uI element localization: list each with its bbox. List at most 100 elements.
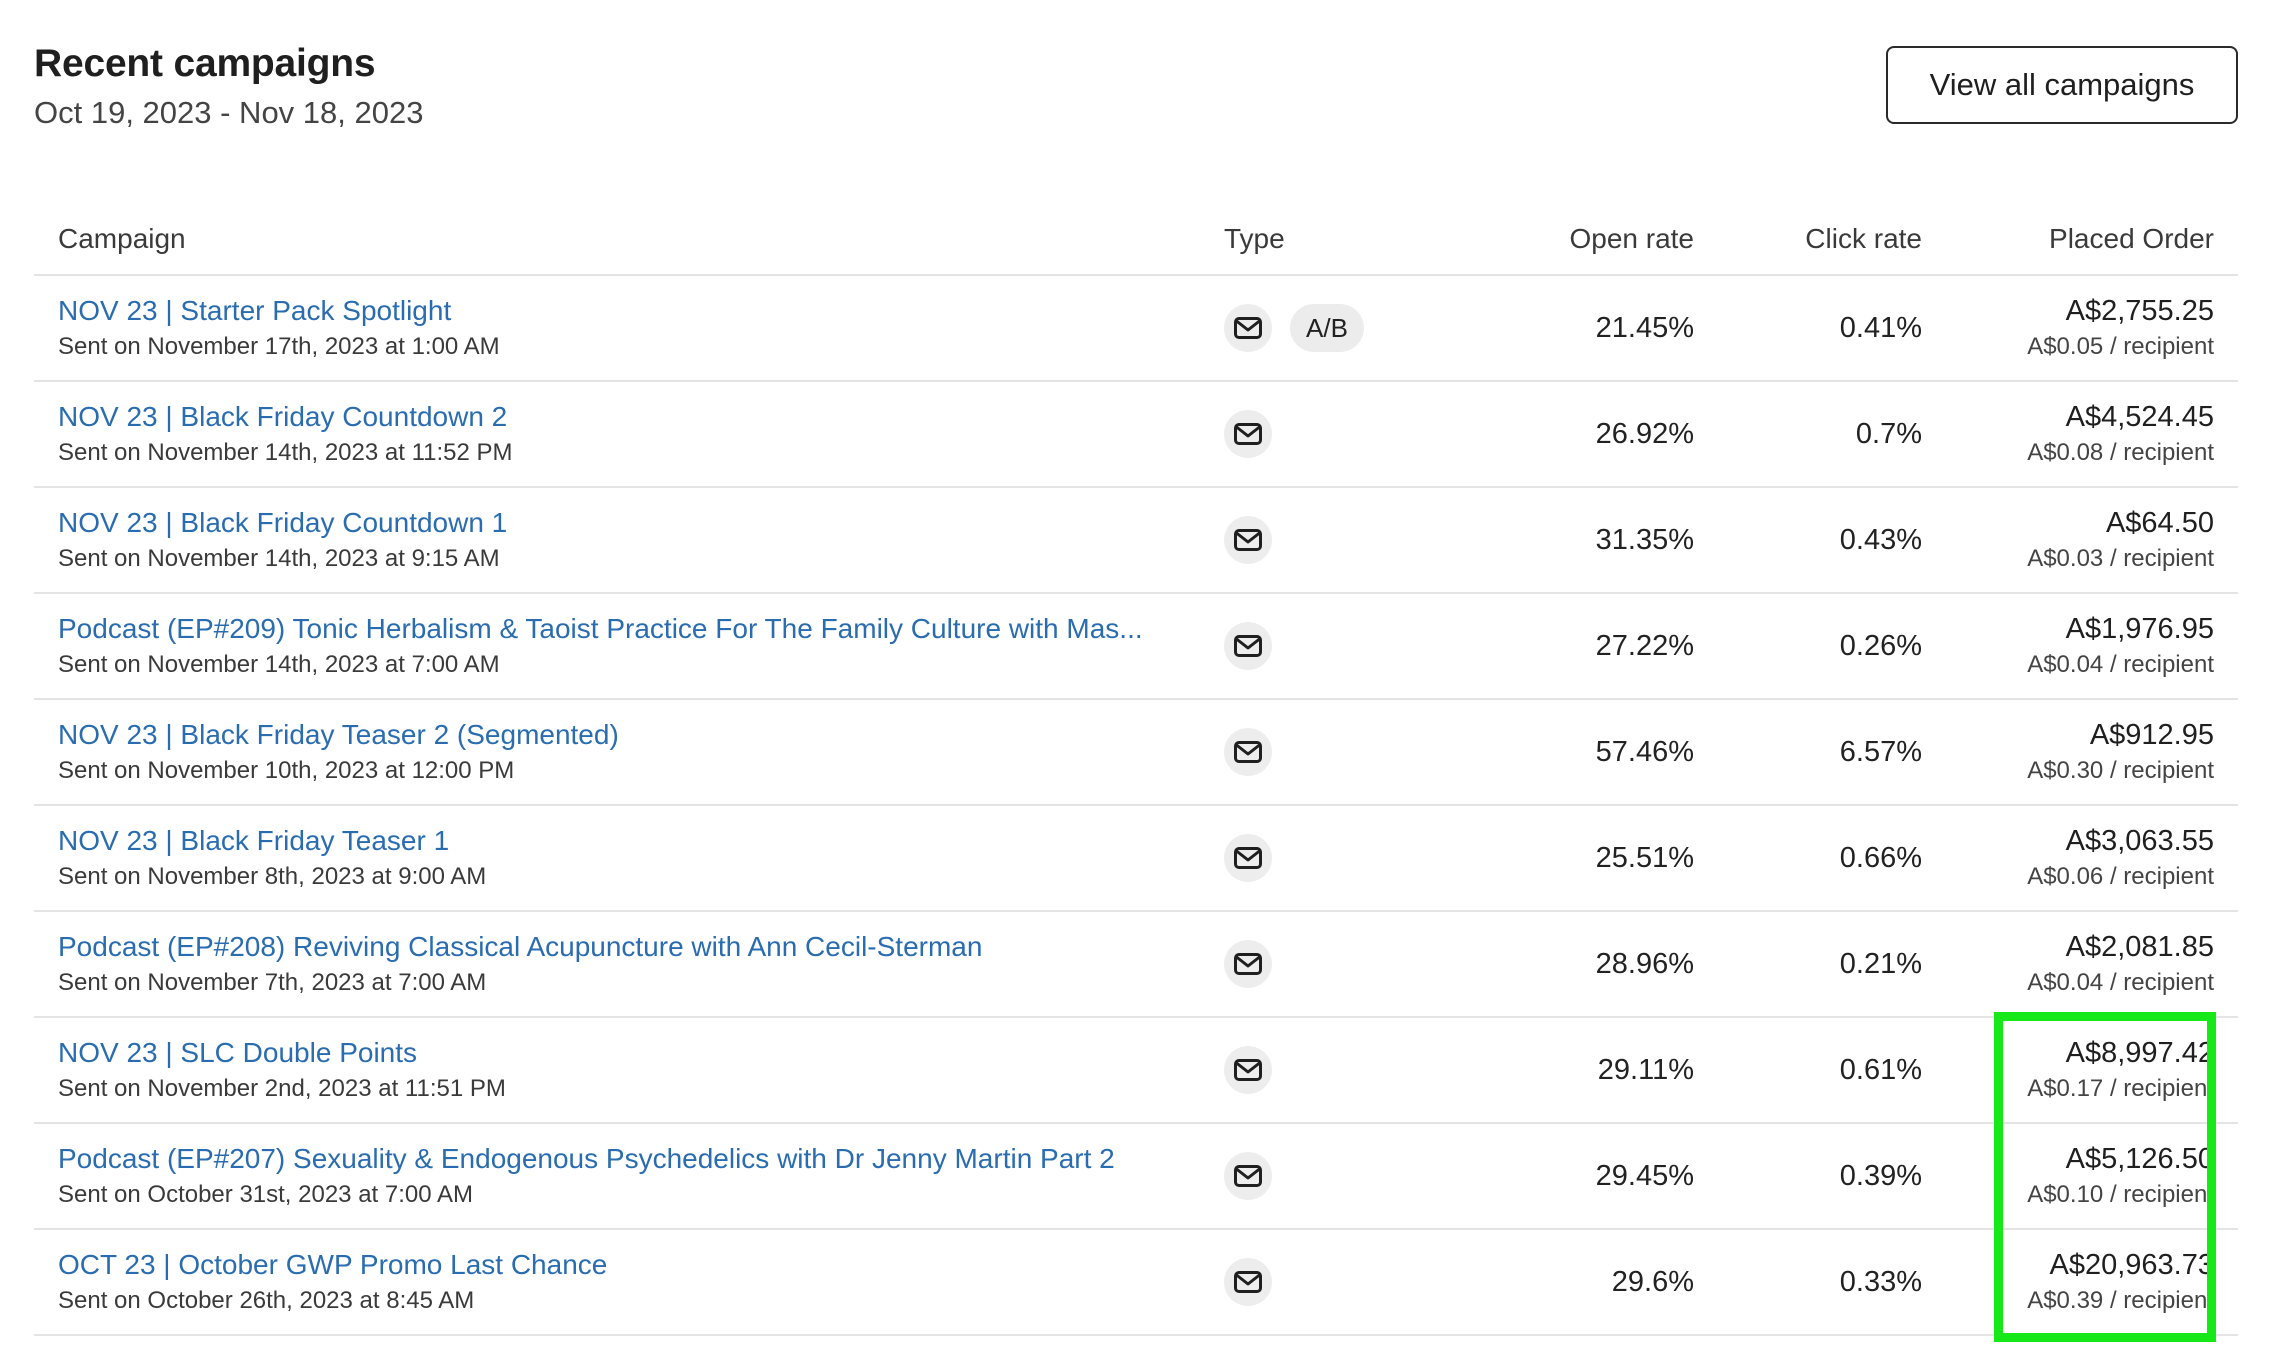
type-badges: A/B: [1224, 304, 1444, 352]
click-rate-value: 0.33%: [1839, 1265, 1922, 1298]
column-header-open-rate[interactable]: Open rate: [1444, 204, 1694, 276]
type-badges: [1224, 516, 1444, 564]
type-badges: [1224, 622, 1444, 670]
placed-order-cell: A$64.50 A$0.03 / recipient: [1922, 487, 2238, 594]
campaign-cell: OCT 23 | October GWP Promo Last Chance Se…: [34, 1229, 1224, 1336]
open-rate-value: 25.51%: [1595, 841, 1694, 874]
open-rate-cell: 31.35%: [1444, 487, 1694, 594]
click-rate-cell: 0.21%: [1694, 911, 1922, 1018]
open-rate-cell: 25.51%: [1444, 805, 1694, 912]
campaign-sent-date: Sent on November 17th, 2023 at 1:00 AM: [58, 333, 500, 360]
campaign-cell: NOV 23 | Black Friday Countdown 2 Sent on…: [34, 381, 1224, 488]
open-rate-cell: 21.45%: [1444, 275, 1694, 382]
campaign-sent-date: Sent on October 26th, 2023 at 8:45 AM: [58, 1287, 475, 1314]
highlight-box: [1994, 1012, 2216, 1342]
per-recipient-value: A$0.30 / recipient: [2027, 757, 2214, 784]
placed-order-value: A$64.50: [2105, 507, 2214, 539]
mail-icon: [1224, 1152, 1272, 1200]
campaign-name-link[interactable]: NOV 23 | Black Friday Teaser 2 (Segmente…: [58, 717, 1224, 753]
click-rate-cell: 0.7%: [1694, 381, 1922, 488]
table-row[interactable]: NOV 23 | Black Friday Teaser 2 (Segmente…: [34, 699, 2238, 806]
open-rate-cell: 29.11%: [1444, 1017, 1694, 1124]
type-badges: [1224, 834, 1444, 882]
view-all-campaigns-button[interactable]: View all campaigns: [1886, 46, 2238, 124]
campaign-name-link[interactable]: NOV 23 | Black Friday Countdown 1: [58, 505, 1224, 541]
table-row[interactable]: OCT 23 | October GWP Promo Last Chance Se…: [34, 1229, 2238, 1336]
campaign-sent-date: Sent on November 7th, 2023 at 7:00 AM: [58, 969, 487, 996]
click-rate-cell: 0.61%: [1694, 1017, 1922, 1124]
mail-icon: [1224, 516, 1272, 564]
type-badges: [1224, 1152, 1444, 1200]
type-cell: [1224, 805, 1444, 912]
type-cell: [1224, 381, 1444, 488]
table-row[interactable]: NOV 23 | Black Friday Countdown 2 Sent on…: [34, 381, 2238, 488]
per-recipient-value: A$0.08 / recipient: [2027, 439, 2214, 466]
campaign-cell: NOV 23 | SLC Double Points Sent on Novemb…: [34, 1017, 1224, 1124]
campaign-name-link[interactable]: NOV 23 | SLC Double Points: [58, 1035, 1224, 1071]
per-recipient-value: A$0.06 / recipient: [2027, 863, 2214, 890]
type-cell: [1224, 1123, 1444, 1230]
column-header-type[interactable]: Type: [1224, 204, 1444, 276]
campaign-name-link[interactable]: NOV 23 | Starter Pack Spotlight: [58, 293, 1224, 329]
open-rate-value: 31.35%: [1595, 523, 1694, 556]
campaign-cell: Podcast (EP#207) Sexuality & Endogenous …: [34, 1123, 1224, 1230]
click-rate-cell: 6.57%: [1694, 699, 1922, 806]
campaign-name-link[interactable]: NOV 23 | Black Friday Countdown 2: [58, 399, 1224, 435]
column-header-click-rate[interactable]: Click rate: [1694, 204, 1922, 276]
mail-icon: [1224, 304, 1272, 352]
table-row[interactable]: Podcast (EP#209) Tonic Herbalism & Taois…: [34, 593, 2238, 700]
open-rate-value: 29.45%: [1595, 1159, 1694, 1192]
campaign-name-link[interactable]: NOV 23 | Black Friday Teaser 1: [58, 823, 1224, 859]
type-cell: [1224, 1229, 1444, 1336]
campaign-name-link[interactable]: Podcast (EP#208) Reviving Classical Acup…: [58, 929, 1224, 965]
campaign-sent-date: Sent on November 8th, 2023 at 9:00 AM: [58, 863, 487, 890]
type-badges: [1224, 410, 1444, 458]
campaign-cell: NOV 23 | Black Friday Teaser 2 (Segmente…: [34, 699, 1224, 806]
campaigns-table: Campaign Type Open rate Click rate Place…: [34, 204, 2238, 1336]
table-row[interactable]: Podcast (EP#207) Sexuality & Endogenous …: [34, 1123, 2238, 1230]
table-row[interactable]: NOV 23 | SLC Double Points Sent on Novemb…: [34, 1017, 2238, 1124]
per-recipient-value: A$0.04 / recipient: [2027, 969, 2214, 996]
placed-order-value: A$912.95: [2089, 719, 2214, 751]
placed-order-cell: A$912.95 A$0.30 / recipient: [1922, 699, 2238, 806]
click-rate-cell: 0.41%: [1694, 275, 1922, 382]
type-badges: [1224, 1258, 1444, 1306]
type-badges: [1224, 728, 1444, 776]
per-recipient-value: A$0.04 / recipient: [2027, 651, 2214, 678]
campaign-name-link[interactable]: Podcast (EP#207) Sexuality & Endogenous …: [58, 1141, 1224, 1177]
placed-order-value: A$4,524.45: [2065, 401, 2214, 433]
campaign-sent-date: Sent on November 14th, 2023 at 11:52 PM: [58, 439, 513, 466]
click-rate-value: 0.7%: [1855, 417, 1922, 450]
type-cell: [1224, 1017, 1444, 1124]
type-cell: [1224, 699, 1444, 806]
campaign-name-link[interactable]: Podcast (EP#209) Tonic Herbalism & Taois…: [58, 611, 1224, 647]
click-rate-cell: 0.39%: [1694, 1123, 1922, 1230]
table-header-row: Campaign Type Open rate Click rate Place…: [34, 204, 2238, 276]
placed-order-cell: A$1,976.95 A$0.04 / recipient: [1922, 593, 2238, 700]
open-rate-value: 27.22%: [1595, 629, 1694, 662]
column-header-placed-order[interactable]: Placed Order: [1922, 204, 2238, 276]
click-rate-value: 0.61%: [1839, 1053, 1922, 1086]
type-cell: A/B: [1224, 275, 1444, 382]
click-rate-cell: 0.26%: [1694, 593, 1922, 700]
click-rate-value: 0.21%: [1839, 947, 1922, 980]
campaigns-table-body: NOV 23 | Starter Pack Spotlight Sent on N…: [34, 275, 2238, 1336]
table-row[interactable]: NOV 23 | Black Friday Teaser 1 Sent on No…: [34, 805, 2238, 912]
type-badges: [1224, 940, 1444, 988]
type-badges: [1224, 1046, 1444, 1094]
placed-order-value: A$1,976.95: [2065, 613, 2214, 645]
table-row[interactable]: NOV 23 | Starter Pack Spotlight Sent on N…: [34, 275, 2238, 382]
open-rate-cell: 29.6%: [1444, 1229, 1694, 1336]
placed-order-cell: A$2,755.25 A$0.05 / recipient: [1922, 275, 2238, 382]
click-rate-value: 0.66%: [1839, 841, 1922, 874]
campaign-cell: NOV 23 | Black Friday Countdown 1 Sent on…: [34, 487, 1224, 594]
mail-icon: [1224, 410, 1272, 458]
click-rate-value: 0.26%: [1839, 629, 1922, 662]
table-row[interactable]: NOV 23 | Black Friday Countdown 1 Sent on…: [34, 487, 2238, 594]
open-rate-cell: 28.96%: [1444, 911, 1694, 1018]
mail-icon: [1224, 834, 1272, 882]
click-rate-value: 0.39%: [1839, 1159, 1922, 1192]
table-row[interactable]: Podcast (EP#208) Reviving Classical Acup…: [34, 911, 2238, 1018]
column-header-campaign[interactable]: Campaign: [34, 204, 1224, 276]
campaign-name-link[interactable]: OCT 23 | October GWP Promo Last Chance: [58, 1247, 1224, 1283]
